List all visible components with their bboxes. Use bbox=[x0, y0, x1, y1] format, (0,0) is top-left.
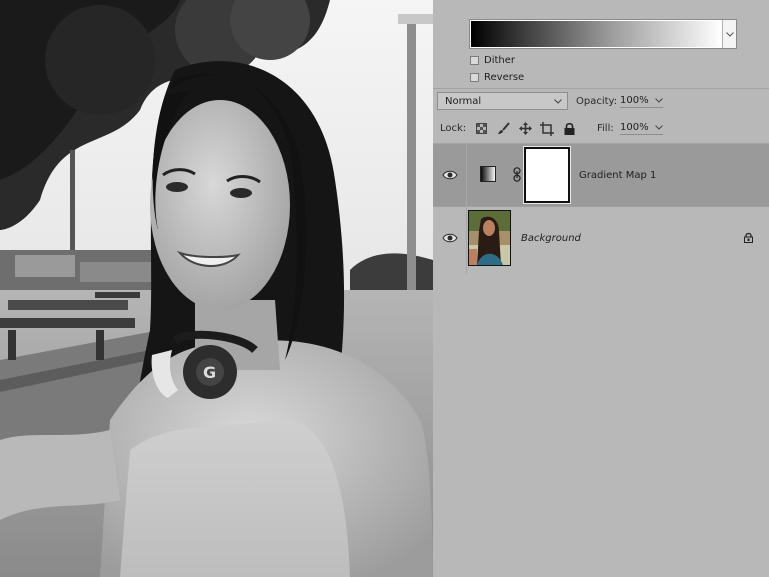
lock-all-icon[interactable] bbox=[561, 121, 577, 136]
opacity-label: Opacity: bbox=[576, 96, 618, 107]
properties-layers-panel: Dither Reverse Normal Opacity: 100% Lock… bbox=[433, 0, 769, 577]
lock-position-icon[interactable] bbox=[517, 121, 533, 136]
svg-text:G: G bbox=[203, 363, 216, 382]
opacity-field[interactable]: 100% bbox=[620, 95, 663, 108]
dither-option[interactable]: Dither bbox=[470, 55, 515, 66]
layer-row-gradient-map[interactable]: Gradient Map 1 bbox=[433, 144, 769, 206]
opacity-value: 100% bbox=[620, 95, 649, 106]
blend-mode-value: Normal bbox=[445, 95, 482, 107]
reverse-option[interactable]: Reverse bbox=[470, 72, 524, 83]
eye-visibility-icon[interactable] bbox=[442, 169, 458, 181]
fill-field[interactable]: 100% bbox=[620, 122, 663, 135]
fill-label: Fill: bbox=[597, 123, 614, 134]
layer-mask-thumbnail[interactable] bbox=[523, 146, 571, 204]
visibility-column-divider bbox=[466, 144, 467, 274]
gradient-dropdown-button[interactable] bbox=[722, 20, 736, 48]
layer-thumbnail[interactable] bbox=[468, 210, 511, 266]
color-photo-thumbnail bbox=[469, 211, 510, 265]
panel-divider bbox=[433, 88, 769, 89]
link-chain-icon[interactable] bbox=[513, 167, 521, 182]
lock-transparent-pixels-icon[interactable] bbox=[473, 121, 489, 136]
blend-mode-select[interactable]: Normal bbox=[437, 92, 568, 110]
layer-name[interactable]: Background bbox=[521, 233, 581, 244]
fill-value: 100% bbox=[620, 122, 649, 133]
chevron-down-icon bbox=[554, 98, 562, 104]
chevron-down-icon bbox=[654, 98, 663, 103]
layer-lock-icon bbox=[744, 232, 753, 243]
reverse-label: Reverse bbox=[484, 72, 525, 83]
chevron-down-icon bbox=[654, 125, 663, 130]
prevent-auto-nesting-icon[interactable] bbox=[539, 121, 555, 136]
layer-row-background[interactable]: Background bbox=[433, 207, 769, 269]
reverse-checkbox[interactable] bbox=[470, 73, 479, 82]
lock-label: Lock: bbox=[440, 123, 467, 134]
lock-options bbox=[473, 121, 577, 136]
gradient-preview[interactable] bbox=[471, 21, 722, 47]
gradient-picker[interactable] bbox=[469, 19, 737, 49]
dither-checkbox[interactable] bbox=[470, 56, 479, 65]
chevron-down-icon bbox=[725, 31, 734, 37]
layer-name[interactable]: Gradient Map 1 bbox=[579, 170, 656, 181]
document-canvas[interactable]: G bbox=[0, 0, 433, 577]
eye-visibility-icon[interactable] bbox=[442, 232, 458, 244]
grayscale-photo: G bbox=[0, 0, 433, 577]
dither-label: Dither bbox=[484, 55, 516, 66]
gradient-map-adjustment-icon bbox=[480, 166, 496, 182]
lock-image-pixels-icon[interactable] bbox=[495, 121, 511, 136]
